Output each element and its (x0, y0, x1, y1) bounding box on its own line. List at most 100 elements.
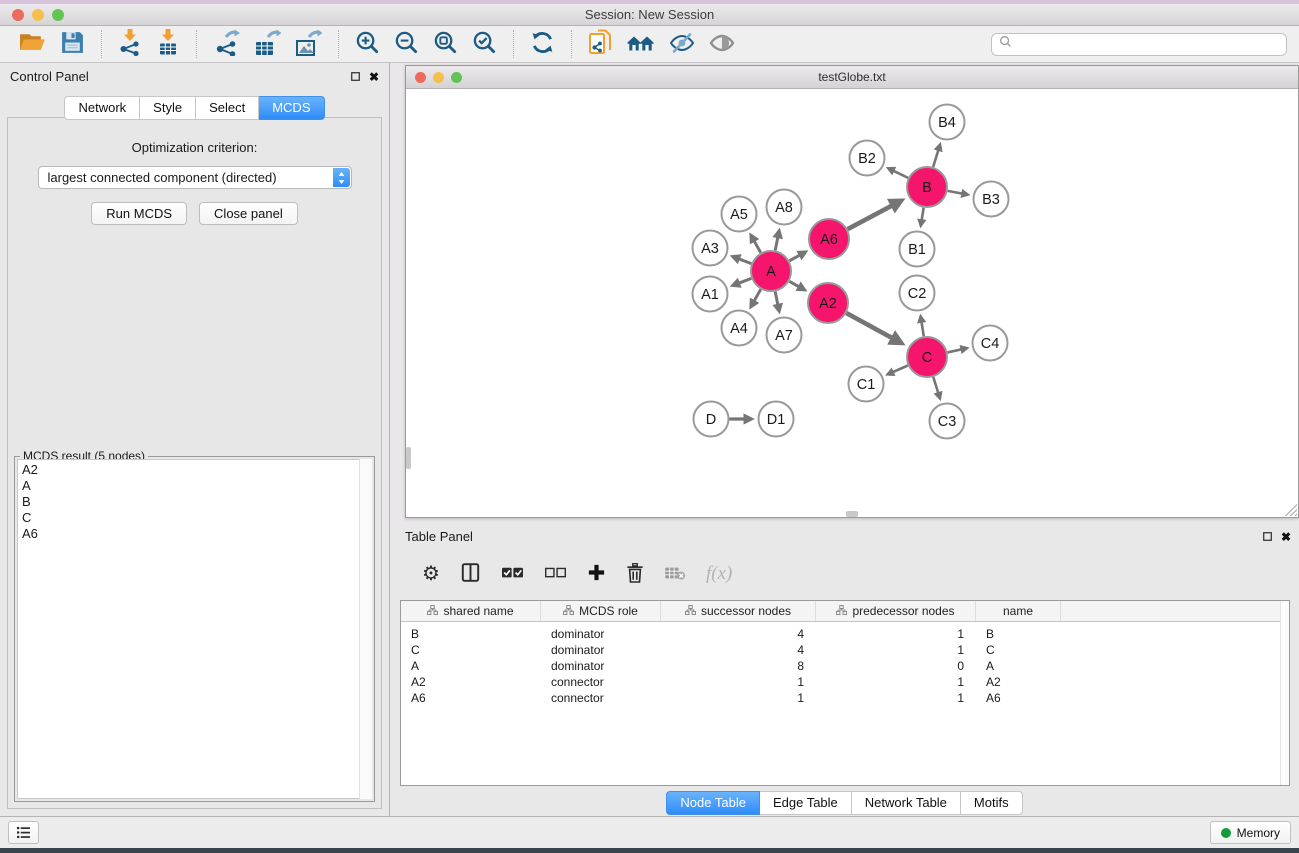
edge-B-B2[interactable] (888, 168, 908, 178)
zoom-in-button[interactable] (348, 28, 387, 60)
node-B1[interactable]: B1 (900, 232, 935, 267)
edge-A2-C[interactable] (846, 313, 901, 343)
refresh-button[interactable] (523, 28, 562, 60)
network-maximize-button[interactable] (451, 72, 462, 83)
export-image-button[interactable] (288, 27, 329, 61)
export-table-button[interactable] (247, 27, 288, 61)
resize-grip[interactable] (1285, 504, 1297, 516)
save-session-button[interactable] (53, 28, 92, 60)
result-item[interactable]: A (22, 478, 371, 494)
node-C1[interactable]: C1 (849, 367, 884, 402)
table-row[interactable]: Cdominator41C (401, 642, 1289, 658)
table-row[interactable]: A2connector11A2 (401, 674, 1289, 690)
tab-style[interactable]: Style (140, 96, 196, 120)
edge-C-C4[interactable] (947, 348, 966, 352)
edge-B-B3[interactable] (948, 191, 968, 195)
close-window-button[interactable] (12, 9, 24, 21)
search-input[interactable] (1012, 37, 1279, 51)
network-close-button[interactable] (415, 72, 426, 83)
maximize-window-button[interactable] (52, 9, 64, 21)
node-A2[interactable]: A2 (808, 283, 848, 323)
node-B[interactable]: B (907, 167, 947, 207)
column-header-MCDS-role[interactable]: MCDS role (541, 601, 661, 621)
minimize-window-button[interactable] (32, 9, 44, 21)
tab-edge-table[interactable]: Edge Table (760, 791, 852, 815)
column-header-predecessor-nodes[interactable]: predecessor nodes (816, 601, 976, 621)
table-scrollbar[interactable] (1280, 601, 1289, 785)
table-row[interactable]: A6connector11A6 (401, 690, 1289, 706)
result-item[interactable]: C (22, 510, 371, 526)
edge-A-A7[interactable] (775, 292, 779, 312)
table-float-panel-icon[interactable] (1263, 532, 1272, 541)
edge-A-A5[interactable] (751, 235, 761, 252)
edge-C-C3[interactable] (933, 377, 940, 398)
vertical-scroll-thumb[interactable] (406, 447, 411, 469)
table-row[interactable]: Bdominator41B (401, 626, 1289, 642)
node-C4[interactable]: C4 (973, 326, 1008, 361)
tab-mcds[interactable]: MCDS (259, 96, 324, 120)
tab-network-table[interactable]: Network Table (852, 791, 961, 815)
node-B3[interactable]: B3 (974, 182, 1009, 217)
column-visibility-button[interactable] (453, 558, 488, 590)
result-item[interactable]: B (22, 494, 371, 510)
node-C2[interactable]: C2 (900, 276, 935, 311)
close-panel-button[interactable]: Close panel (199, 202, 298, 225)
task-history-button[interactable] (8, 821, 39, 844)
column-header-successor-nodes[interactable]: successor nodes (661, 601, 816, 621)
edge-A-A2[interactable] (789, 281, 804, 290)
add-column-button[interactable] (580, 559, 613, 589)
hide-graphics-details-button[interactable] (662, 29, 702, 60)
network-window-titlebar[interactable]: testGlobe.txt (406, 66, 1298, 89)
edge-B-B1[interactable] (921, 208, 924, 226)
node-A5[interactable]: A5 (722, 197, 757, 232)
result-item[interactable]: A6 (22, 526, 371, 542)
zoom-out-button[interactable] (387, 28, 426, 60)
criterion-select[interactable]: largest connected component (directed) (38, 166, 352, 189)
edge-A-A8[interactable] (775, 231, 779, 251)
import-network-button[interactable] (111, 27, 149, 61)
open-browser-button[interactable] (620, 29, 662, 60)
select-all-rows-button[interactable] (494, 562, 531, 587)
table-close-panel-icon[interactable]: ✖ (1281, 531, 1291, 543)
node-A1[interactable]: A1 (693, 277, 728, 312)
node-B4[interactable]: B4 (930, 105, 965, 140)
node-B2[interactable]: B2 (850, 141, 885, 176)
edge-A-A3[interactable] (733, 257, 752, 264)
result-item[interactable]: A2 (22, 462, 371, 478)
node-A7[interactable]: A7 (767, 318, 802, 353)
network-minimize-button[interactable] (433, 72, 444, 83)
edge-A-A4[interactable] (751, 289, 761, 306)
run-mcds-button[interactable]: Run MCDS (91, 202, 187, 225)
edge-C-C1[interactable] (888, 365, 908, 374)
node-A3[interactable]: A3 (693, 231, 728, 266)
edge-A-A6[interactable] (789, 252, 805, 261)
tab-node-table[interactable]: Node Table (666, 791, 760, 815)
table-row[interactable]: Adominator80A (401, 658, 1289, 674)
node-C[interactable]: C (907, 337, 947, 377)
open-session-button[interactable] (12, 28, 53, 60)
edge-B-B4[interactable] (933, 145, 940, 167)
node-D[interactable]: D (694, 402, 729, 437)
node-A[interactable]: A (751, 251, 791, 291)
zoom-selected-button[interactable] (465, 28, 504, 60)
search-field[interactable] (991, 33, 1287, 56)
export-network-button[interactable] (206, 27, 247, 61)
column-header-shared-name[interactable]: shared name (401, 601, 541, 621)
float-panel-icon[interactable] (351, 72, 360, 81)
result-scrollbar[interactable] (359, 459, 372, 799)
horizontal-scroll-thumb[interactable] (846, 511, 858, 517)
network-from-selection-button[interactable] (581, 27, 620, 61)
tab-network[interactable]: Network (64, 96, 140, 120)
close-panel-icon[interactable]: ✖ (369, 71, 379, 83)
tab-motifs[interactable]: Motifs (961, 791, 1023, 815)
edge-C-C2[interactable] (921, 316, 924, 336)
memory-button[interactable]: Memory (1210, 821, 1291, 844)
node-A8[interactable]: A8 (767, 190, 802, 225)
node-A4[interactable]: A4 (722, 311, 757, 346)
network-canvas[interactable]: B4B2BB3B1A5A8A6A3AA1A2C2A4A7CC4C1C3DD1 (406, 89, 1298, 517)
edge-A6-B[interactable] (848, 201, 902, 229)
column-header-name[interactable]: name (976, 601, 1061, 621)
zoom-fit-button[interactable] (426, 28, 465, 60)
edge-A-A1[interactable] (733, 278, 752, 285)
show-graphics-details-button[interactable] (702, 29, 742, 60)
